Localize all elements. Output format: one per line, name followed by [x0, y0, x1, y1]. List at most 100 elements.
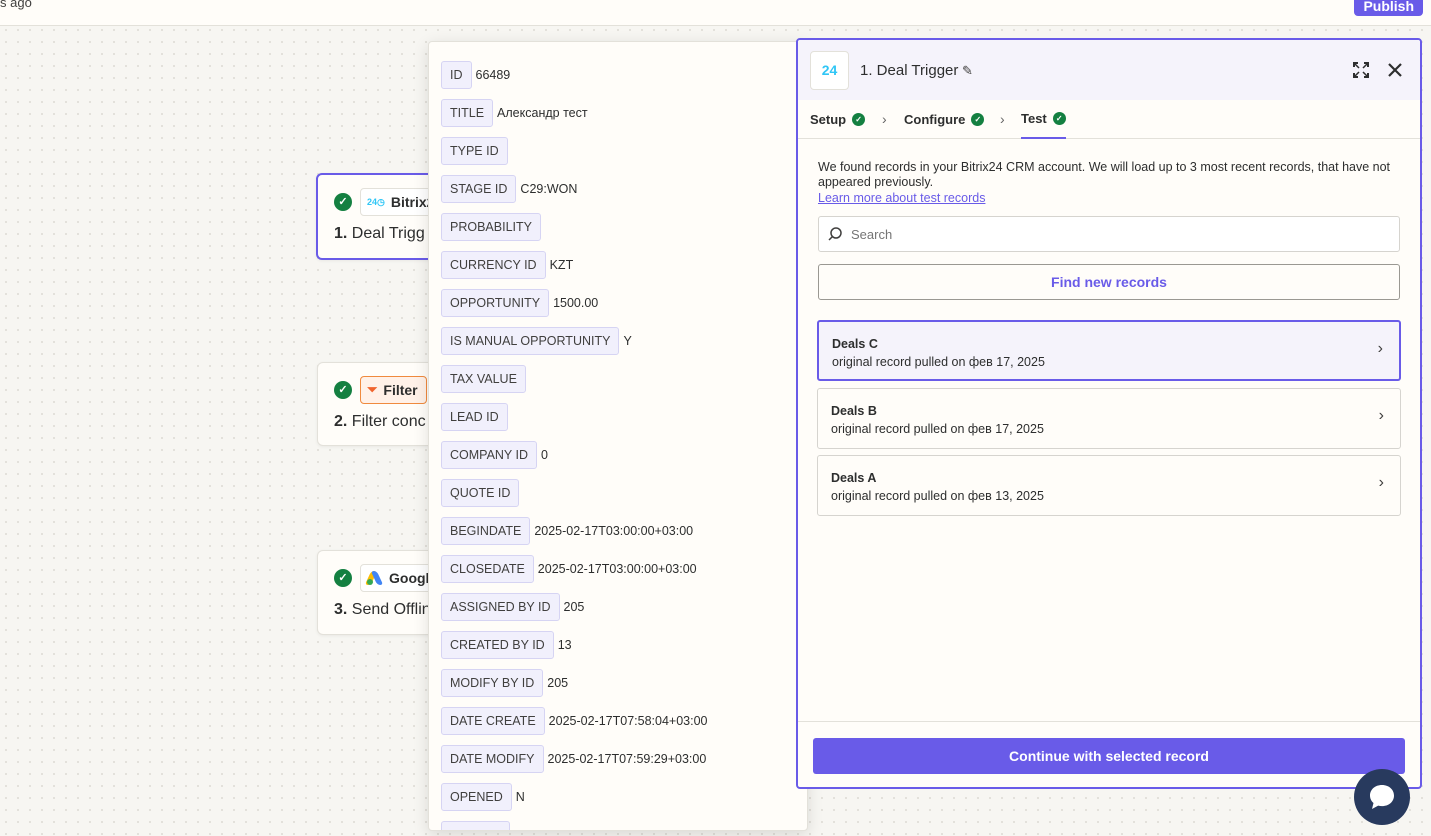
field-key: STAGE ID	[441, 175, 517, 203]
field-key: IS MANUAL OPPORTUNITY	[441, 327, 620, 355]
search-icon	[828, 227, 842, 241]
field-row[interactable]: LEAD ID	[441, 403, 512, 431]
chevron-right-icon: ›	[882, 111, 887, 127]
check-icon: ✓	[334, 381, 352, 399]
tab-configure[interactable]: Configure ✓	[904, 100, 985, 139]
field-value: Александр тест	[497, 106, 588, 120]
check-icon: ✓	[971, 113, 985, 126]
google-ads-icon	[364, 571, 384, 585]
field-key: CURRENCY ID	[441, 251, 546, 279]
record-subtitle: original record pulled on фев 17, 2025	[832, 355, 1045, 369]
record-title: Deals C	[832, 337, 878, 351]
field-key: CLOSED	[441, 821, 511, 830]
record-data-popup[interactable]: ID 66489 TITLE Александр тест TYPE ID STAGE I…	[428, 41, 808, 831]
field-value: 2025-02-17T07:58:04+03:00	[548, 714, 708, 728]
field-row[interactable]: CREATED BY ID 13	[441, 631, 572, 659]
learn-more-link[interactable]: Learn more about test records	[818, 191, 985, 205]
record-subtitle: original record pulled on фев 13, 2025	[831, 489, 1044, 503]
record-item[interactable]: Deals B original record pulled on фев 17…	[817, 388, 1401, 449]
filter-icon: ⏷	[367, 382, 378, 397]
panel-title[interactable]: 1. Deal Trigger	[860, 62, 958, 79]
field-row[interactable]: TYPE ID	[441, 137, 512, 165]
field-value: 205	[563, 600, 585, 614]
step-title: 2. Filter conc	[334, 413, 426, 430]
saved-status: s ago	[0, 0, 32, 10]
chevron-right-icon: ›	[1000, 111, 1005, 127]
field-key: CREATED BY ID	[441, 631, 554, 659]
close-icon[interactable]	[1385, 60, 1405, 80]
search-input[interactable]	[851, 226, 1371, 242]
bitrix24-app-icon: 24	[810, 51, 849, 90]
app-chip-filter: ⏷ Filter	[360, 376, 427, 404]
chevron-right-icon: ›	[1378, 474, 1384, 491]
chat-button[interactable]	[1354, 769, 1410, 825]
field-key: DATE MODIFY	[441, 745, 544, 773]
record-item[interactable]: Deals C original record pulled on фев 17…	[817, 320, 1401, 381]
check-icon: ✓	[852, 113, 866, 126]
field-key: QUOTE ID	[441, 479, 520, 507]
field-key: MODIFY BY ID	[441, 669, 544, 697]
app-name: Googl	[389, 570, 430, 586]
field-key: CLOSEDATE	[441, 555, 534, 583]
tab-setup[interactable]: Setup ✓	[810, 100, 866, 139]
field-key: TYPE ID	[441, 137, 508, 165]
field-row[interactable]: TITLE Александр тест	[441, 99, 588, 127]
publish-button[interactable]: Publish	[1354, 0, 1423, 16]
panel-header: 24 1. Deal Trigger ✎	[798, 40, 1420, 100]
field-value: 2025-02-17T03:00:00+03:00	[534, 524, 694, 538]
record-item[interactable]: Deals A original record pulled on фев 13…	[817, 455, 1401, 516]
field-row[interactable]: DATE CREATE 2025-02-17T07:58:04+03:00	[441, 707, 708, 735]
field-key: TAX VALUE	[441, 365, 526, 393]
field-row[interactable]: BEGINDATE 2025-02-17T03:00:00+03:00	[441, 517, 693, 545]
field-row[interactable]: COMPANY ID 0	[441, 441, 548, 469]
continue-button[interactable]: Continue with selected record	[813, 738, 1405, 774]
field-value: KZT	[549, 258, 574, 272]
field-value: Y	[514, 828, 522, 830]
field-key: ASSIGNED BY ID	[441, 593, 560, 621]
field-value: 0	[541, 448, 548, 462]
top-bar: s ago Publish	[0, 0, 1431, 26]
field-value: 2025-02-17T03:00:00+03:00	[537, 562, 697, 576]
expand-icon[interactable]	[1351, 60, 1371, 80]
field-row[interactable]: DATE MODIFY 2025-02-17T07:59:29+03:00	[441, 745, 706, 773]
field-key: ID	[441, 61, 472, 89]
field-key: OPPORTUNITY	[441, 289, 550, 317]
field-key: OPENED	[441, 783, 512, 811]
find-new-records-button[interactable]: Find new records	[818, 264, 1400, 300]
field-row[interactable]: PROBABILITY	[441, 213, 545, 241]
tab-test[interactable]: Test ✓	[1021, 100, 1066, 139]
field-value: 205	[547, 676, 569, 690]
field-row[interactable]: ASSIGNED BY ID 205	[441, 593, 584, 621]
field-row[interactable]: CLOSEDATE 2025-02-17T03:00:00+03:00	[441, 555, 697, 583]
field-key: COMPANY ID	[441, 441, 538, 469]
chat-bubble-icon	[1370, 785, 1394, 809]
record-title: Deals B	[831, 404, 877, 418]
field-value: 2025-02-17T07:59:29+03:00	[547, 752, 707, 766]
record-title: Deals A	[831, 471, 877, 485]
step-card-deal-trigger[interactable]: ✓ 24◷ Bitrix2 1. Deal Trigg	[316, 173, 446, 260]
field-key: BEGINDATE	[441, 517, 531, 545]
bitrix24-icon: 24◷	[367, 196, 385, 207]
field-key: TITLE	[441, 99, 494, 127]
check-icon: ✓	[334, 193, 352, 211]
chevron-right-icon: ›	[1378, 407, 1384, 424]
field-row[interactable]: OPPORTUNITY 1500.00	[441, 289, 598, 317]
pencil-icon[interactable]: ✎	[962, 63, 973, 79]
field-value: Y	[623, 334, 632, 348]
field-row[interactable]: STAGE ID C29:WON	[441, 175, 577, 203]
field-row[interactable]: ID 66489	[441, 61, 510, 89]
panel-footer: Continue with selected record	[798, 721, 1420, 787]
field-key: PROBABILITY	[441, 213, 541, 241]
field-row[interactable]: IS MANUAL OPPORTUNITY Y	[441, 327, 632, 355]
search-box[interactable]	[818, 216, 1400, 252]
field-row[interactable]: QUOTE ID	[441, 479, 523, 507]
field-row[interactable]: CLOSEDY	[441, 821, 523, 830]
field-key: DATE CREATE	[441, 707, 545, 735]
field-row[interactable]: CURRENCY ID KZT	[441, 251, 573, 279]
field-row[interactable]: TAX VALUE	[441, 365, 530, 393]
field-row[interactable]: MODIFY BY ID 205	[441, 669, 568, 697]
field-value: C29:WON	[520, 182, 578, 196]
field-row[interactable]: OPENED N	[441, 783, 525, 811]
chevron-right-icon: ›	[1377, 340, 1383, 357]
step-title: 1. Deal Trigg	[334, 225, 425, 242]
